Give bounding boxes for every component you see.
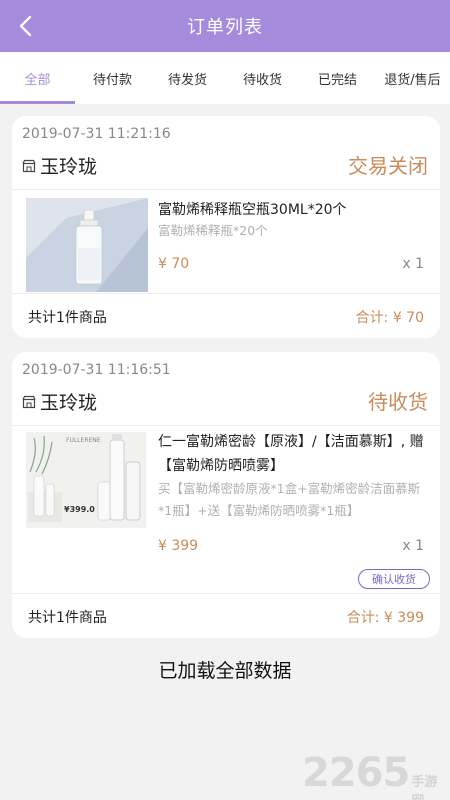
order-header: 2019-07-31 11:16:51 玉玲珑 待收货: [12, 352, 440, 426]
chevron-left-icon: [19, 15, 32, 37]
product-title: 仁一富勒烯密龄【原液】/【洁面慕斯】, 赠【富勒烯防晒喷雾】: [158, 434, 424, 474]
order-item[interactable]: FULLERENE ¥399.0 仁一富勒烯密龄【原液】/【洁面慕斯】, 赠【富…: [12, 426, 440, 594]
watermark-logo: 2265 手游网: [302, 750, 450, 800]
shop-name: 玉玲珑: [40, 156, 98, 178]
item-count: 共计1件商品: [28, 310, 107, 326]
product-title: 富勒烯稀释瓶空瓶30ML*20个: [158, 202, 347, 218]
product-price: ¥ 399: [158, 538, 199, 554]
back-button[interactable]: [8, 8, 44, 44]
tab-pending-receipt[interactable]: 待收货: [225, 52, 300, 104]
order-total: 合计: ¥ 399: [346, 610, 424, 626]
order-header: 2019-07-31 11:21:16 玉玲珑 交易关闭: [12, 116, 440, 190]
order-item[interactable]: 富勒烯稀释瓶空瓶30ML*20个 富勒烯稀释瓶*20个 ¥ 70 x 1: [12, 190, 440, 294]
tab-all[interactable]: 全部: [0, 52, 75, 104]
product-image-price: ¥399.0: [64, 505, 95, 514]
product-image: [26, 198, 148, 292]
order-status: 待收货: [368, 390, 428, 414]
shop-icon: [22, 159, 36, 172]
product-quantity: x 1: [402, 538, 424, 554]
order-date: 2019-07-31 11:16:51: [22, 362, 171, 378]
item-count: 共计1件商品: [28, 610, 107, 626]
order-status: 交易关闭: [348, 154, 428, 178]
order-tabs: 全部 待付款 待发货 待收货 已完结 退货/售后: [0, 52, 450, 104]
shop-row[interactable]: 玉玲珑: [22, 388, 97, 415]
order-footer: 共计1件商品 合计: ¥ 399: [12, 594, 440, 638]
product-quantity: x 1: [402, 256, 424, 272]
order-card[interactable]: 2019-07-31 11:16:51 玉玲珑 待收货 FULLERENE ¥3…: [12, 352, 440, 638]
tab-completed[interactable]: 已完结: [300, 52, 375, 104]
tab-pending-payment[interactable]: 待付款: [75, 52, 150, 104]
top-bar: 订单列表: [0, 0, 450, 52]
product-image-brand: FULLERENE: [66, 437, 101, 444]
shop-icon: [22, 395, 36, 408]
confirm-receipt-button[interactable]: 确认收货: [358, 569, 430, 589]
order-total: 合计: ¥ 70: [355, 310, 424, 326]
product-spec: 买【富勒烯密龄原液*1盒+富勒烯密龄洁面慕斯*1瓶】+送【富勒烯防晒喷雾*1瓶】: [158, 481, 421, 518]
watermark-number: 2265: [302, 750, 410, 796]
tab-returns[interactable]: 退货/售后: [375, 52, 450, 104]
order-card[interactable]: 2019-07-31 11:21:16 玉玲珑 交易关闭 富勒烯稀释瓶空瓶30M…: [12, 116, 440, 338]
product-image: FULLERENE ¥399.0: [26, 432, 146, 528]
product-spec: 富勒烯稀释瓶*20个: [158, 223, 268, 238]
load-complete-text: 已加载全部数据: [158, 660, 292, 682]
product-price: ¥ 70: [158, 256, 190, 272]
page-title: 订单列表: [187, 17, 263, 38]
watermark-text: 手游网: [411, 775, 438, 800]
order-date: 2019-07-31 11:21:16: [22, 126, 171, 142]
order-footer: 共计1件商品 合计: ¥ 70: [12, 294, 440, 338]
shop-name: 玉玲珑: [40, 392, 98, 414]
shop-row[interactable]: 玉玲珑: [22, 152, 97, 179]
tab-pending-shipment[interactable]: 待发货: [150, 52, 225, 104]
